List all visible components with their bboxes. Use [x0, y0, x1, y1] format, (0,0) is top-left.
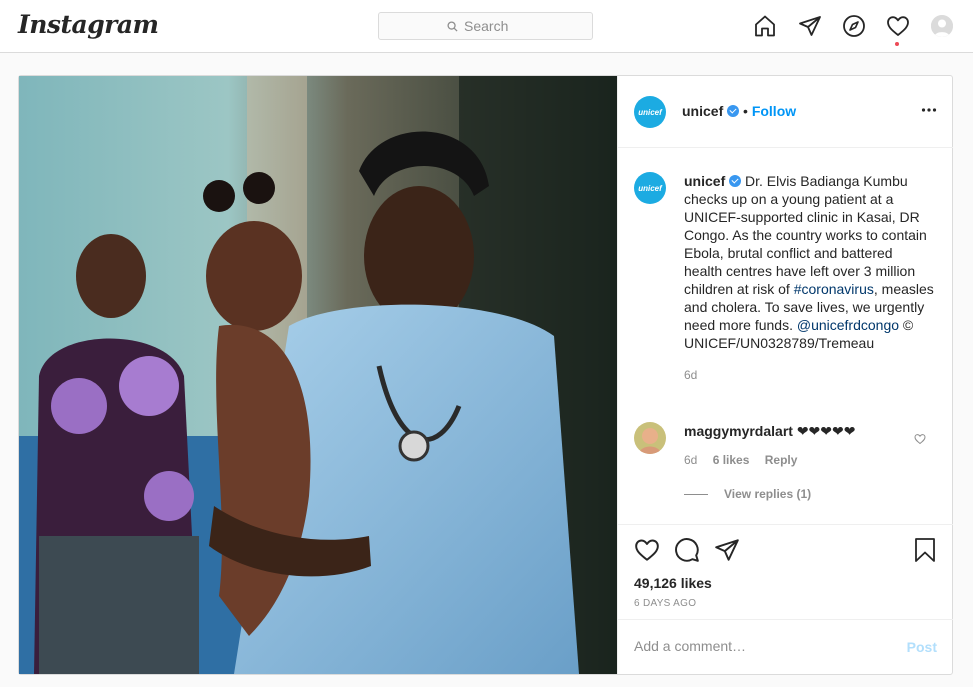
- hashtag-link[interactable]: #coronavirus: [794, 281, 874, 297]
- header-user-line: unicef • Follow: [682, 103, 796, 119]
- replies-divider: [684, 493, 708, 495]
- instagram-logo[interactable]: Instagram: [18, 10, 159, 39]
- like-heart-icon[interactable]: [634, 537, 660, 566]
- post-photo[interactable]: [19, 76, 617, 674]
- avatar-label: unicef: [638, 107, 662, 117]
- comment-bubble-icon[interactable]: [674, 537, 700, 566]
- commenter-username[interactable]: maggymyrdalart: [684, 423, 793, 439]
- comment-like-heart-icon[interactable]: [914, 432, 926, 448]
- profile-avatar[interactable]: [931, 15, 953, 37]
- view-replies[interactable]: View replies (1): [684, 485, 924, 503]
- post-actions: 49,126 likes 6 DAYS AGO: [618, 524, 953, 624]
- add-comment-input[interactable]: [634, 638, 874, 654]
- verified-badge-icon: [729, 175, 742, 187]
- notification-dot: [895, 42, 899, 46]
- comment-meta: 6d 6 likes Reply: [684, 451, 924, 469]
- post-header: unicef unicef • Follow: [618, 76, 953, 148]
- caption-username[interactable]: unicef: [684, 173, 725, 189]
- mention-link[interactable]: @unicefrdcongo: [797, 317, 899, 333]
- home-icon[interactable]: [752, 13, 778, 39]
- caption-text-1: Dr. Elvis Badianga Kumbu checks up on a …: [684, 173, 927, 297]
- post-caption: unicef Dr. Elvis Badianga Kumbu checks u…: [684, 172, 934, 384]
- top-nav: Instagram: [0, 0, 973, 53]
- add-comment-bar: Post: [618, 619, 953, 674]
- separator-dot: •: [743, 103, 748, 119]
- comment: maggymyrdalart ❤❤❤❤❤ 6d 6 likes Reply Vi…: [684, 422, 924, 503]
- avatar-label: unicef: [638, 183, 662, 193]
- more-options-icon[interactable]: [921, 102, 937, 121]
- view-replies-label: View replies (1): [724, 487, 812, 501]
- unicef-avatar[interactable]: unicef: [634, 96, 666, 128]
- reply-button[interactable]: Reply: [765, 453, 798, 467]
- author-username[interactable]: unicef: [682, 103, 723, 119]
- search-input[interactable]: [464, 18, 524, 34]
- comment-timestamp[interactable]: 6d: [684, 453, 697, 467]
- comment-likes[interactable]: 6 likes: [713, 453, 750, 467]
- comment-text: ❤❤❤❤❤: [792, 423, 856, 439]
- likes-count[interactable]: 49,126 likes: [634, 575, 712, 591]
- post-card: unicef unicef • Follow unicef unicef Dr.…: [18, 75, 953, 675]
- caption-timestamp[interactable]: 6d: [684, 366, 934, 384]
- commenter-avatar[interactable]: [634, 422, 666, 454]
- follow-button[interactable]: Follow: [752, 103, 796, 119]
- explore-icon[interactable]: [841, 13, 867, 39]
- caption-avatar[interactable]: unicef: [634, 172, 666, 204]
- search-box[interactable]: [378, 12, 593, 40]
- verified-badge-icon: [727, 105, 740, 117]
- post-sidebar: unicef unicef • Follow unicef unicef Dr.…: [617, 76, 953, 674]
- post-date[interactable]: 6 DAYS AGO: [634, 598, 696, 609]
- share-icon[interactable]: [714, 537, 740, 566]
- post-comment-button[interactable]: Post: [907, 639, 937, 655]
- direct-icon[interactable]: [797, 13, 823, 39]
- activity-heart-icon[interactable]: [885, 13, 911, 39]
- bookmark-icon[interactable]: [913, 537, 937, 566]
- search-icon: [447, 20, 458, 32]
